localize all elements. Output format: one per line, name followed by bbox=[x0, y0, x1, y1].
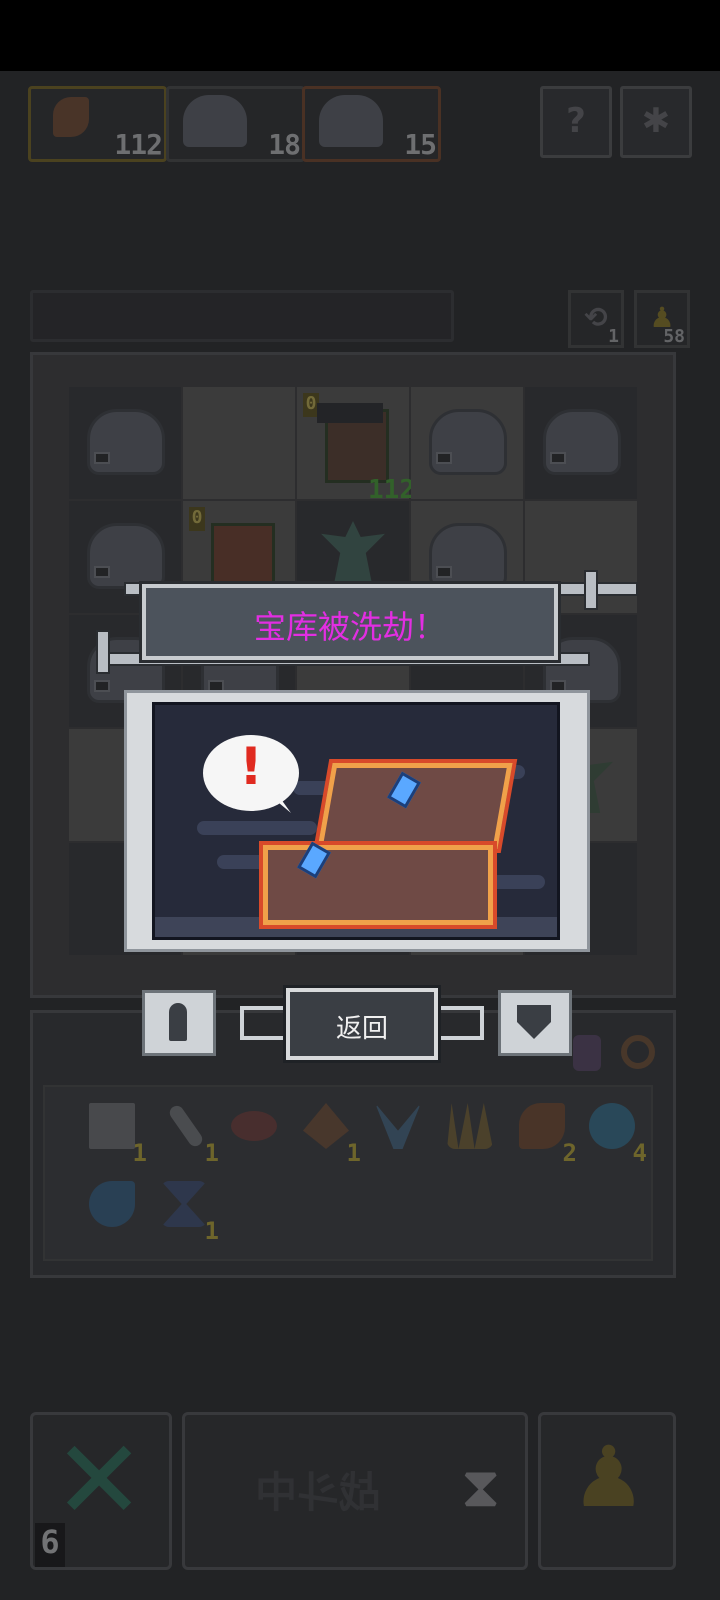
speech-bubble: ! bbox=[203, 735, 299, 811]
chain-connector bbox=[240, 1006, 292, 1040]
heart-icon bbox=[517, 1005, 551, 1039]
keyhole-icon bbox=[169, 1003, 187, 1041]
dialog-title-banner: 宝库被洗劫！ bbox=[142, 584, 558, 660]
dialog-title: 宝库被洗劫！ bbox=[253, 608, 446, 646]
chest-lid bbox=[317, 763, 513, 849]
exclamation-icon: ! bbox=[239, 737, 263, 797]
keyhole-tab bbox=[142, 990, 216, 1056]
shield-tab bbox=[498, 990, 572, 1056]
back-button[interactable]: 返回 bbox=[286, 988, 438, 1060]
back-label: 返回 bbox=[335, 1014, 388, 1044]
sword-guard bbox=[96, 630, 110, 674]
chain-connector bbox=[432, 1006, 484, 1040]
treasure-chest-icon bbox=[263, 845, 493, 925]
dialog-scene: ! bbox=[152, 702, 560, 940]
sword-guard bbox=[584, 570, 598, 610]
cloud-shape bbox=[197, 821, 317, 835]
